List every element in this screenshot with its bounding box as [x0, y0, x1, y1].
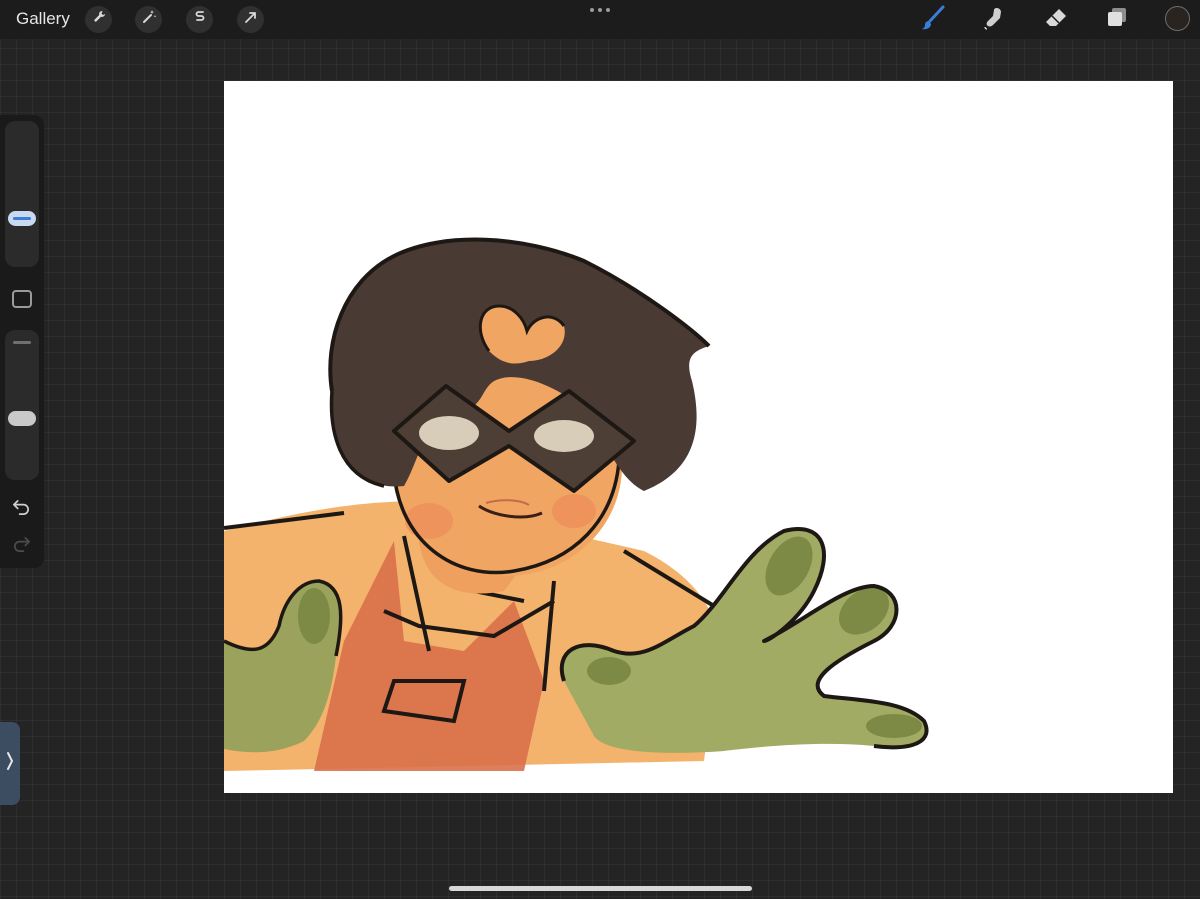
- actions-button[interactable]: [85, 6, 112, 33]
- layers-button[interactable]: [1102, 5, 1132, 35]
- eraser-icon: [1043, 5, 1069, 36]
- opacity-slider[interactable]: [5, 330, 39, 480]
- redo-button[interactable]: [10, 536, 34, 556]
- paint-tool-button[interactable]: [918, 5, 948, 35]
- brush-size-thumb[interactable]: [8, 211, 36, 226]
- right-eye: [534, 420, 594, 452]
- brush-icon: [919, 4, 947, 37]
- modify-button[interactable]: [12, 290, 32, 308]
- left-sidebar: [0, 115, 44, 568]
- left-eye: [419, 416, 479, 450]
- selection-button[interactable]: [186, 6, 213, 33]
- transform-button[interactable]: [237, 6, 264, 33]
- more-options-icon[interactable]: [590, 8, 610, 14]
- home-indicator[interactable]: [449, 886, 752, 891]
- adjustments-button[interactable]: [135, 6, 162, 33]
- layers-icon: [1104, 5, 1130, 36]
- wrench-icon: [91, 9, 107, 30]
- redo-icon: [12, 535, 32, 558]
- smudge-tool-button[interactable]: [980, 5, 1010, 35]
- magic-wand-icon: [141, 9, 157, 30]
- undo-button[interactable]: [10, 499, 34, 519]
- chevron-right-icon: [5, 750, 15, 777]
- drawing-canvas[interactable]: [224, 81, 1173, 793]
- gallery-button[interactable]: Gallery: [16, 9, 70, 29]
- brush-size-slider[interactable]: [5, 121, 39, 267]
- transform-arrow-icon: [243, 9, 259, 30]
- opacity-thumb[interactable]: [8, 411, 36, 426]
- top-toolbar: Gallery: [0, 0, 1200, 39]
- eraser-tool-button[interactable]: [1041, 5, 1071, 35]
- smudge-icon: [982, 5, 1008, 36]
- opacity-max-marker: [13, 341, 31, 344]
- selection-icon: [192, 9, 208, 30]
- color-picker-button[interactable]: [1165, 6, 1190, 31]
- expand-panel-tab[interactable]: [0, 722, 20, 805]
- artwork: [224, 237, 929, 771]
- undo-icon: [12, 498, 32, 521]
